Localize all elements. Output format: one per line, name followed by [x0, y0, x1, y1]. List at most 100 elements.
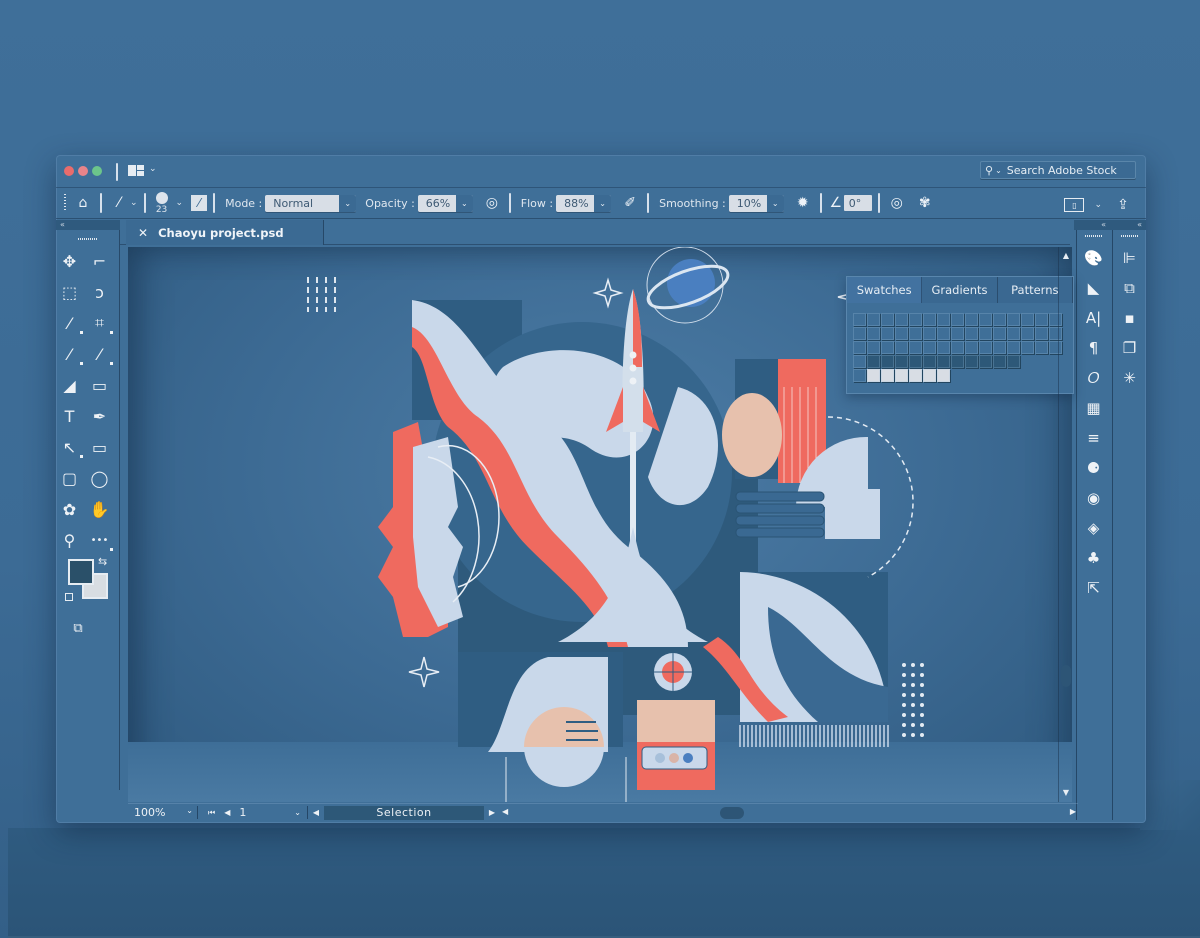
- swatch[interactable]: [951, 341, 964, 354]
- channels-icon[interactable]: ⚈: [1083, 457, 1105, 479]
- eyedropper-tool-icon[interactable]: ⁄: [58, 343, 83, 365]
- color-palette-icon[interactable]: 🎨: [1083, 247, 1105, 269]
- swatch[interactable]: [895, 313, 908, 326]
- swatch[interactable]: [867, 355, 880, 368]
- swatch[interactable]: [1035, 341, 1048, 354]
- swatch[interactable]: [993, 355, 1006, 368]
- tab-gradients[interactable]: Gradients: [922, 277, 998, 303]
- swatch[interactable]: [951, 313, 964, 326]
- swatch[interactable]: [937, 327, 950, 340]
- type-tool-icon[interactable]: T: [58, 405, 82, 427]
- default-colors-icon[interactable]: [65, 593, 73, 601]
- zoom-level-field[interactable]: 100% ⌄: [128, 806, 198, 819]
- swatch[interactable]: [895, 341, 908, 354]
- opacity-dropdown[interactable]: 66% ⌄: [417, 194, 473, 212]
- search-adobe-stock-input[interactable]: ⚲ ⌄ Search Adobe Stock: [980, 161, 1136, 179]
- swatch[interactable]: [937, 341, 950, 354]
- swatch[interactable]: [993, 313, 1006, 326]
- swatch[interactable]: [1007, 313, 1020, 326]
- artboard-tool-icon[interactable]: ⌐: [88, 250, 112, 272]
- chevron-down-icon[interactable]: ⌄: [294, 808, 301, 817]
- path-selection-tool-icon[interactable]: ↖: [58, 436, 83, 458]
- swatch[interactable]: [979, 313, 992, 326]
- previous-page-icon[interactable]: ◀: [224, 808, 230, 817]
- scroll-right-arrow[interactable]: ▶: [1070, 807, 1076, 816]
- panel-grip[interactable]: [1084, 235, 1103, 237]
- transform-icon[interactable]: ✳: [1119, 367, 1141, 389]
- swatch[interactable]: [923, 369, 936, 382]
- swatch[interactable]: [1021, 327, 1034, 340]
- magic-wand-tool-icon[interactable]: ⁄: [58, 312, 83, 334]
- paragraph-icon[interactable]: ¶: [1083, 337, 1105, 359]
- marquee-tool-icon[interactable]: ⬚: [58, 281, 82, 303]
- close-tab-icon[interactable]: ✕: [138, 226, 148, 240]
- swatch[interactable]: [937, 355, 950, 368]
- swatch[interactable]: [1007, 355, 1020, 368]
- swatch[interactable]: [965, 313, 978, 326]
- swatch[interactable]: [853, 369, 866, 382]
- swatch[interactable]: [951, 327, 964, 340]
- pen-tool-icon[interactable]: ✒: [88, 405, 112, 427]
- export-icon[interactable]: ⇱: [1083, 577, 1105, 599]
- panel-collapse[interactable]: «: [1074, 220, 1110, 230]
- chevron-down-icon[interactable]: ⌄: [1094, 200, 1102, 210]
- smoothing-dropdown[interactable]: 10% ⌄: [728, 194, 784, 212]
- align-icon[interactable]: ⊫: [1119, 247, 1141, 269]
- swatch[interactable]: [853, 327, 866, 340]
- arrange-icon[interactable]: ⧉: [1119, 277, 1141, 299]
- close-window-button[interactable]: [64, 166, 74, 176]
- scroll-up-arrow[interactable]: ▲: [1061, 251, 1071, 261]
- airbrush-icon[interactable]: ✐: [619, 192, 641, 214]
- maximize-window-button[interactable]: [92, 166, 102, 176]
- eraser-tool-icon[interactable]: ◢: [58, 374, 82, 396]
- swatch[interactable]: [1007, 327, 1020, 340]
- swatch[interactable]: [1021, 313, 1034, 326]
- swatch[interactable]: [1007, 341, 1020, 354]
- chevron-down-icon[interactable]: ⌄: [130, 198, 138, 208]
- swatch[interactable]: [979, 327, 992, 340]
- brush-size-picker[interactable]: 23: [152, 191, 172, 215]
- symmetry-butterfly-icon[interactable]: ✾: [914, 192, 936, 214]
- swap-colors-icon[interactable]: ⇆: [98, 555, 107, 568]
- move-tool-icon[interactable]: ✥: [58, 250, 82, 272]
- ellipse-tool-icon[interactable]: ◯: [88, 467, 112, 489]
- swatch[interactable]: [923, 355, 936, 368]
- swatch[interactable]: [881, 313, 894, 326]
- swatch[interactable]: [979, 355, 992, 368]
- swatch[interactable]: [909, 327, 922, 340]
- swatch[interactable]: [993, 341, 1006, 354]
- vertical-scroll-thumb[interactable]: [1061, 665, 1071, 687]
- swatch[interactable]: [881, 355, 894, 368]
- swatch[interactable]: [853, 341, 866, 354]
- vertical-scrollbar[interactable]: ▲ ▼: [1058, 247, 1072, 802]
- angle-input[interactable]: 0°: [843, 195, 872, 211]
- panel-grip[interactable]: [1120, 235, 1139, 237]
- hand-tool-icon[interactable]: ✋: [88, 498, 112, 520]
- more-tools-icon[interactable]: •••: [88, 529, 113, 551]
- gradient-tool-icon[interactable]: ▭: [88, 374, 112, 396]
- swatch[interactable]: [881, 341, 894, 354]
- workspace-layout-icon[interactable]: [128, 165, 144, 176]
- rectangle-tool-icon[interactable]: ▭: [88, 436, 112, 458]
- layer-comps-icon[interactable]: ▪: [1119, 307, 1141, 329]
- brush-settings-icon[interactable]: ⁄: [191, 195, 208, 211]
- tools-grip[interactable]: [77, 238, 98, 240]
- swatch[interactable]: [993, 327, 1006, 340]
- home-icon[interactable]: ⌂: [72, 192, 94, 214]
- pressure-opacity-icon[interactable]: ◎: [481, 192, 503, 214]
- pressure-size-icon[interactable]: ◎: [886, 192, 908, 214]
- swatch[interactable]: [923, 313, 936, 326]
- character-icon[interactable]: A|: [1083, 307, 1105, 329]
- swatch[interactable]: [867, 369, 880, 382]
- rounded-rectangle-tool-icon[interactable]: ▢: [58, 467, 82, 489]
- brush-tool-icon[interactable]: ⁄: [88, 343, 113, 365]
- chevron-down-icon[interactable]: ⌄: [176, 198, 184, 208]
- zoom-tool-icon[interactable]: ⚲: [58, 529, 82, 551]
- swatch[interactable]: [1035, 327, 1048, 340]
- swatch[interactable]: [1035, 313, 1048, 326]
- swatch[interactable]: [937, 369, 950, 382]
- toolbar-collapse[interactable]: «: [56, 220, 120, 230]
- chevron-down-icon[interactable]: ⌄: [149, 164, 157, 174]
- swatch[interactable]: [909, 313, 922, 326]
- swatch[interactable]: [881, 369, 894, 382]
